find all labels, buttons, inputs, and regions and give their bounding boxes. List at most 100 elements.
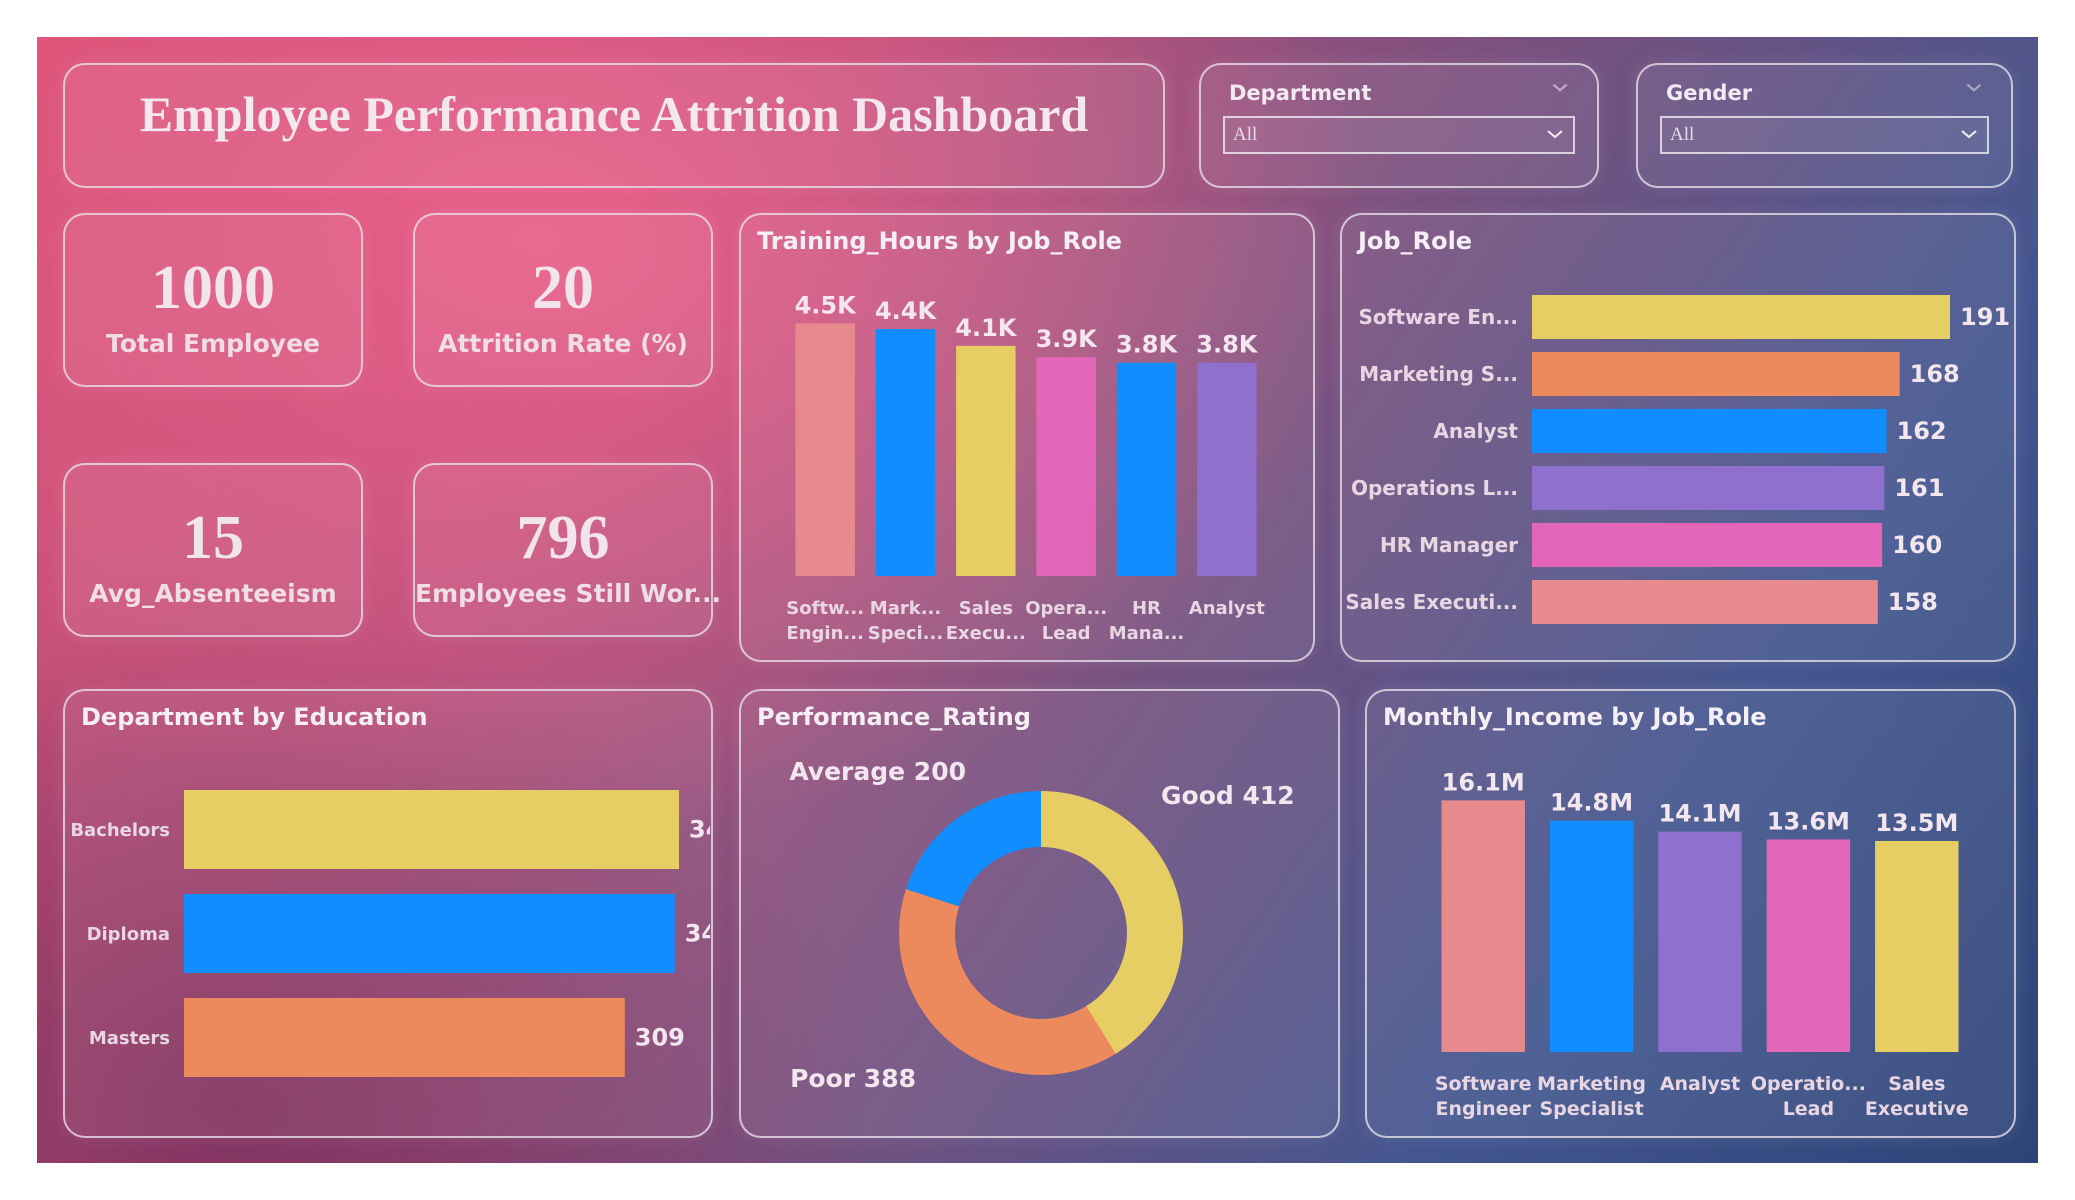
kpi-label: Attrition Rate (%) (438, 329, 688, 358)
bar[interactable] (1549, 820, 1634, 1052)
bar[interactable] (1658, 831, 1742, 1052)
category-label: Sales (959, 598, 1013, 619)
category-label: Diploma (87, 924, 170, 945)
department-slicer-label: Department (1229, 81, 1372, 105)
kpi-value: 1000 (151, 254, 275, 322)
kpi-label: Total Employee (106, 329, 320, 358)
data-label: 3.8K (1196, 331, 1259, 359)
bar[interactable] (184, 894, 675, 973)
data-label: 160 (1892, 531, 1942, 559)
data-label: 13.5M (1875, 809, 1958, 837)
category-label: Sales Executi... (1345, 590, 1518, 614)
category-label: Execu... (946, 623, 1026, 644)
data-label: 3.8K (1116, 331, 1179, 359)
kpi-label: Employees Still Wor... (415, 579, 722, 608)
category-label: Analyst (1660, 1073, 1740, 1095)
slice-label: Poor 388 (790, 1064, 916, 1093)
bar[interactable] (1532, 295, 1950, 339)
department-slicer[interactable]: Department All (1199, 63, 1599, 188)
bar[interactable] (1532, 352, 1900, 396)
gender-dropdown[interactable]: All (1660, 116, 1989, 154)
chevron-down-icon[interactable] (1545, 124, 1565, 144)
category-label: Operations L... (1351, 476, 1518, 500)
data-label: 162 (1897, 417, 1947, 445)
bar[interactable] (1532, 409, 1887, 453)
bar[interactable] (1036, 357, 1096, 576)
data-label: 344 (685, 920, 710, 948)
category-label: Sales (1888, 1073, 1945, 1095)
data-label: 4.4K (875, 297, 938, 325)
kpi-card-avg-absenteeism: 15 Avg_Absenteeism (63, 463, 363, 637)
data-label: 191 (1960, 303, 2010, 331)
title-card: Employee Performance Attrition Dashboard (63, 63, 1165, 188)
bar[interactable] (1766, 839, 1851, 1052)
dashboard-title: Employee Performance Attrition Dashboard (139, 86, 1089, 142)
performance-rating-chart[interactable]: Good 412 Poor 388 Average 200 (741, 691, 1337, 1135)
data-label: 3.9K (1036, 325, 1099, 353)
bar[interactable] (1532, 580, 1878, 624)
training-hours-chart[interactable]: 4.5K Softw... Engin... 4.4K Mark... Speci... 4… (741, 215, 1312, 659)
donut-slice[interactable] (1041, 791, 1183, 1054)
category-label: Specialist (1540, 1098, 1644, 1120)
job-role-chart[interactable]: Software En... 191 Marketing S... 168 Analys… (1342, 215, 2013, 659)
category-label: Marketing S... (1359, 362, 1518, 386)
kpi-value: 15 (182, 504, 244, 572)
bar[interactable] (1197, 362, 1257, 576)
data-label: 309 (635, 1024, 685, 1052)
bar[interactable] (184, 998, 625, 1077)
category-label: Analyst (1189, 598, 1266, 619)
bar[interactable] (1532, 523, 1883, 567)
donut-slice[interactable] (899, 889, 1116, 1075)
dashboard-canvas: Employee Performance Attrition Dashboard… (37, 37, 2038, 1163)
category-label: Marketing (1537, 1073, 1646, 1095)
kpi-label: Avg_Absenteeism (89, 579, 337, 608)
category-label: Engin... (786, 623, 864, 644)
bar[interactable] (1532, 466, 1885, 510)
gender-dropdown-value: All (1670, 124, 1695, 145)
data-label: 14.8M (1550, 789, 1633, 817)
category-label: Software (1435, 1073, 1532, 1095)
collapse-chevron-icon[interactable] (1963, 77, 1985, 99)
education-chart[interactable]: Bachelors 347 Diploma 344 Masters 309 (65, 691, 710, 1135)
kpi-card-attrition-rate: 20 Attrition Rate (%) (413, 213, 713, 387)
data-label: 168 (1910, 360, 1960, 388)
collapse-chevron-icon[interactable] (1549, 77, 1571, 99)
category-label: Software En... (1359, 305, 1518, 329)
bar[interactable] (1875, 841, 1959, 1052)
category-label: Mana... (1109, 623, 1185, 644)
category-label: Speci... (868, 623, 943, 644)
kpi-card-total-employee: 1000 Total Employee (63, 213, 363, 387)
data-label: 16.1M (1442, 768, 1525, 796)
chevron-down-icon[interactable] (1959, 124, 1979, 144)
monthly-income-chart[interactable]: 16.1M Software Engineer 14.8M Marketing Speci… (1367, 691, 2013, 1135)
bar[interactable] (184, 790, 679, 869)
data-label: 347 (689, 816, 710, 844)
category-label: Softw... (786, 598, 864, 619)
kpi-card-employees-still-working: 796 Employees Still Wor... (413, 463, 722, 637)
bar[interactable] (956, 345, 1016, 576)
job-role-chart-card[interactable]: Job_Role Software En... 191 Marketing S...… (1340, 213, 2016, 662)
data-label: 13.6M (1767, 807, 1850, 835)
training-hours-chart-card[interactable]: Training_Hours by Job_Role 4.5K Softw... E… (739, 213, 1315, 662)
data-label: 4.1K (955, 314, 1018, 342)
bar[interactable] (1441, 800, 1525, 1052)
performance-rating-chart-card[interactable]: Performance_Rating Good 412 Poor 388 Avera… (739, 689, 1340, 1138)
category-label: HR Manager (1380, 533, 1518, 557)
department-dropdown[interactable]: All (1223, 116, 1575, 154)
bar[interactable] (795, 323, 855, 576)
data-label: 4.5K (795, 291, 858, 319)
category-label: Operatio... (1751, 1073, 1866, 1095)
kpi-value: 796 (516, 504, 610, 572)
slice-label: Average 200 (789, 757, 966, 786)
education-chart-card[interactable]: Department by Education Bachelors347Dipl… (63, 689, 713, 1138)
bar[interactable] (1116, 362, 1177, 576)
department-dropdown-value: All (1233, 124, 1258, 145)
donut-slice[interactable] (905, 791, 1041, 907)
gender-slicer-label: Gender (1666, 81, 1753, 105)
bar[interactable] (875, 329, 936, 576)
category-label: Executive (1865, 1098, 1969, 1120)
slice-label: Good 412 (1161, 781, 1295, 810)
monthly-income-chart-card[interactable]: Monthly_Income by Job_Role 16.1M Software… (1365, 689, 2016, 1138)
gender-slicer[interactable]: Gender All (1636, 63, 2013, 188)
category-label: Lead (1783, 1098, 1834, 1120)
